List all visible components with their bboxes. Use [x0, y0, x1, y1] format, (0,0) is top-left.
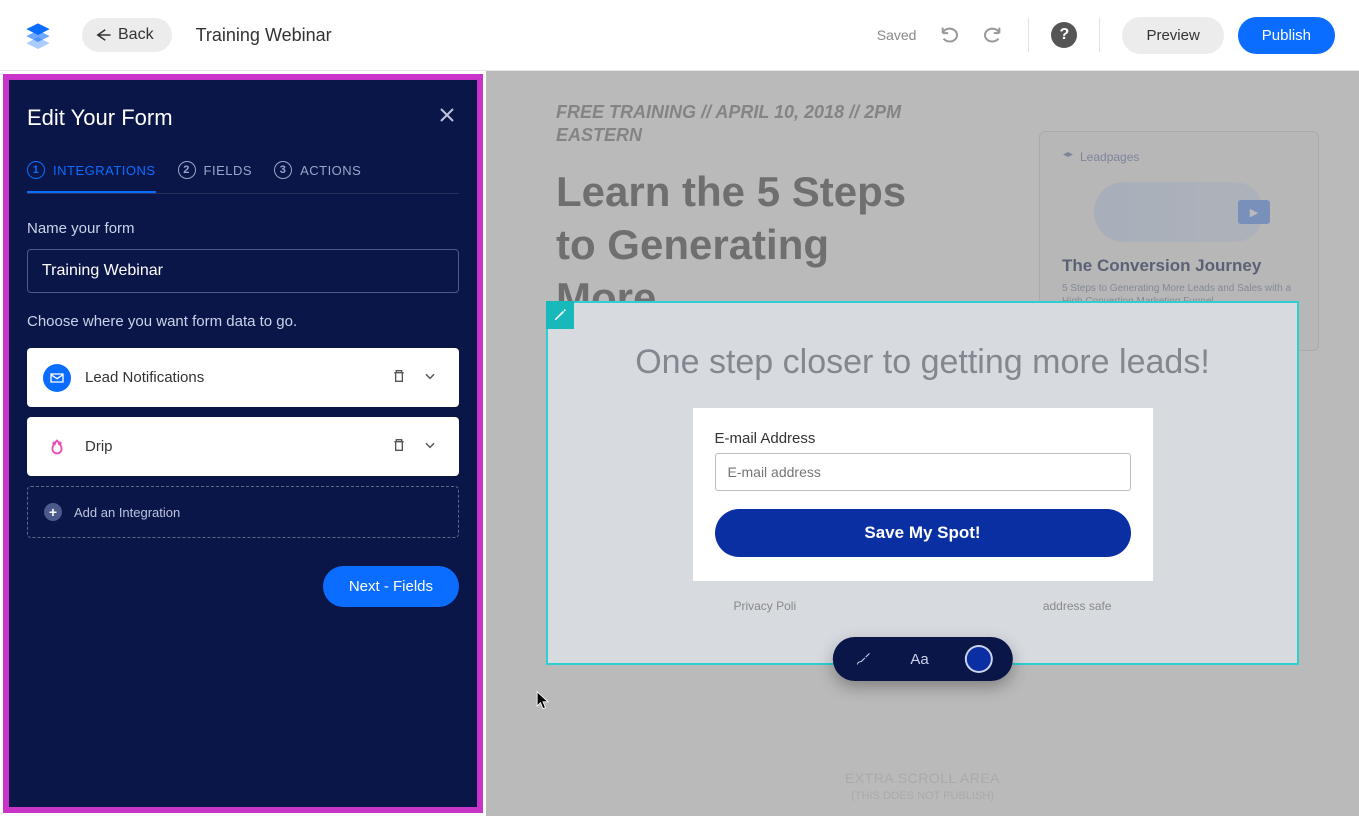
expand-integration-button[interactable]	[417, 363, 443, 392]
tab-label: ACTIONS	[300, 163, 361, 178]
workspace: Edit Your Form 1 INTEGRATIONS 2 FIELDS 3…	[0, 71, 1359, 816]
tab-actions[interactable]: 3 ACTIONS	[274, 161, 361, 193]
header-right: Saved ? Preview Publish	[877, 17, 1335, 54]
app-header: Back Training Webinar Saved ? Preview Pu…	[0, 0, 1359, 71]
tab-number: 3	[274, 161, 292, 179]
logo-icon	[24, 21, 52, 49]
delete-integration-button[interactable]	[385, 362, 413, 393]
tab-integrations[interactable]: 1 INTEGRATIONS	[27, 161, 156, 193]
color-swatch-button[interactable]	[967, 647, 991, 671]
add-integration-label: Add an Integration	[74, 505, 180, 520]
undo-button[interactable]	[936, 21, 964, 49]
back-button[interactable]: Back	[82, 18, 172, 52]
redo-button[interactable]	[978, 21, 1006, 49]
page-title: Training Webinar	[196, 25, 332, 46]
integration-name: Drip	[85, 438, 381, 455]
chevron-down-icon	[423, 369, 437, 383]
question-icon: ?	[1060, 26, 1070, 44]
style-brush-button[interactable]	[854, 650, 872, 668]
optin-form: E-mail Address Save My Spot!	[693, 408, 1153, 581]
plus-icon: +	[44, 503, 62, 521]
edit-section-handle[interactable]	[546, 301, 574, 329]
next-fields-button[interactable]: Next - Fields	[323, 566, 459, 607]
submit-button[interactable]: Save My Spot!	[715, 509, 1131, 557]
typography-button[interactable]: Aa	[910, 651, 928, 668]
integration-card-drip[interactable]: Drip	[27, 417, 459, 476]
tab-number: 2	[178, 161, 196, 179]
publish-button[interactable]: Publish	[1238, 17, 1335, 54]
panel-title: Edit Your Form	[27, 105, 173, 131]
separator	[1099, 18, 1100, 52]
integration-card-lead-notifications[interactable]: Lead Notifications	[27, 348, 459, 407]
delete-integration-button[interactable]	[385, 431, 413, 462]
privacy-text: Privacy Poli address safe	[608, 599, 1237, 613]
add-integration-button[interactable]: + Add an Integration	[27, 486, 459, 538]
pencil-icon	[553, 308, 567, 322]
back-button-label: Back	[118, 26, 154, 44]
cursor-icon	[536, 691, 550, 711]
trash-icon	[391, 368, 407, 384]
color-swatch-icon	[967, 647, 991, 671]
page-canvas: FREE TRAINING // APRIL 10, 2018 // 2PM E…	[486, 71, 1359, 816]
mail-icon	[43, 364, 71, 392]
help-button[interactable]: ?	[1051, 22, 1077, 48]
edit-form-panel: Edit Your Form 1 INTEGRATIONS 2 FIELDS 3…	[3, 74, 483, 813]
element-toolbar: Aa	[832, 637, 1012, 681]
form-name-input[interactable]	[27, 249, 459, 293]
brush-icon	[854, 650, 872, 668]
selected-form-section[interactable]: One step closer to getting more leads! E…	[546, 301, 1299, 665]
expand-integration-button[interactable]	[417, 432, 443, 461]
tab-fields[interactable]: 2 FIELDS	[178, 161, 253, 193]
separator	[1028, 18, 1029, 52]
email-field-label: E-mail Address	[715, 430, 1131, 447]
integration-name: Lead Notifications	[85, 369, 381, 386]
close-panel-button[interactable]	[435, 102, 459, 133]
email-field[interactable]	[715, 453, 1131, 491]
redo-icon	[981, 24, 1003, 46]
tab-label: FIELDS	[204, 163, 253, 178]
trash-icon	[391, 437, 407, 453]
choose-destination-label: Choose where you want form data to go.	[27, 313, 459, 330]
extra-scroll-indicator: EXTRA SCROLL AREA (THIS DOES NOT PUBLISH…	[486, 770, 1359, 802]
drip-icon	[43, 433, 71, 461]
arrow-left-icon	[94, 26, 112, 44]
form-headline: One step closer to getting more leads!	[608, 343, 1237, 382]
text-icon: Aa	[910, 651, 928, 668]
chevron-down-icon	[423, 438, 437, 452]
saved-status: Saved	[877, 27, 917, 43]
preview-button[interactable]: Preview	[1122, 17, 1223, 54]
tab-number: 1	[27, 161, 45, 179]
close-icon	[439, 107, 455, 123]
panel-tabs: 1 INTEGRATIONS 2 FIELDS 3 ACTIONS	[27, 161, 459, 194]
name-form-label: Name your form	[27, 220, 459, 237]
undo-icon	[939, 24, 961, 46]
tab-label: INTEGRATIONS	[53, 163, 156, 178]
